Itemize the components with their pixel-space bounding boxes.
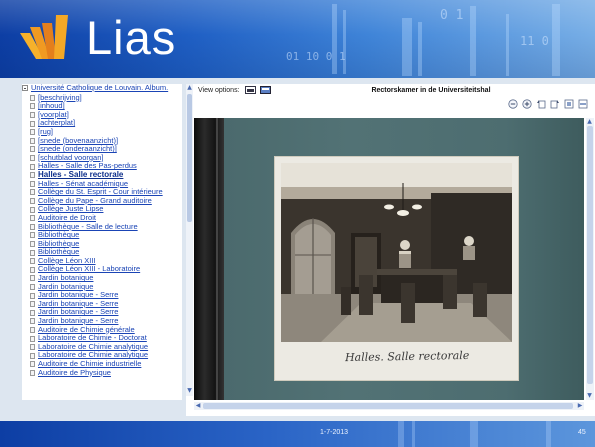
footer-date: 1-7-2013 bbox=[320, 429, 349, 436]
page-node-icon bbox=[30, 198, 35, 205]
fit-page-icon[interactable] bbox=[564, 99, 574, 109]
mounted-photograph: Halles. Salle rectorale bbox=[274, 156, 519, 381]
page-node-icon bbox=[30, 112, 35, 119]
page-node-icon bbox=[30, 94, 35, 101]
tree-item[interactable]: Auditoire de Physique bbox=[30, 368, 182, 378]
lias-logo-text: Lias bbox=[86, 11, 177, 64]
lias-logo-icon bbox=[20, 15, 68, 59]
page-node-icon bbox=[30, 103, 35, 110]
rotate-right-icon[interactable] bbox=[550, 99, 560, 109]
page-node-icon bbox=[30, 189, 35, 196]
page-node-icon bbox=[30, 163, 35, 170]
tree-root-item[interactable]: Université Catholique de Louvain. Album. bbox=[22, 84, 182, 93]
scroll-up-arrow-icon[interactable]: ▲ bbox=[586, 118, 593, 125]
page-node-icon bbox=[30, 137, 35, 144]
tree-root-label[interactable]: Université Catholique de Louvain. Album. bbox=[31, 84, 168, 93]
scroll-right-arrow-icon[interactable]: ▶ bbox=[576, 402, 584, 410]
scroll-down-arrow-icon[interactable]: ▼ bbox=[586, 392, 593, 399]
viewer-vertical-scrollbar[interactable]: ▲ ▼ bbox=[586, 118, 594, 400]
page-node-icon bbox=[30, 180, 35, 187]
page-node-icon bbox=[30, 223, 35, 230]
viewer-toolbar: View options: Rectorskamer in de Univers… bbox=[186, 84, 595, 118]
page-node-icon bbox=[30, 292, 35, 299]
double-page-view-icon[interactable] bbox=[260, 85, 271, 95]
tree-item-label[interactable]: Auditoire de Physique bbox=[38, 368, 111, 378]
footer-bar: 1-7-2013 45 bbox=[0, 421, 595, 447]
album-navigation-tree: Université Catholique de Louvain. Album.… bbox=[22, 84, 182, 400]
page-node-icon bbox=[30, 146, 35, 153]
zoom-in-icon[interactable] bbox=[522, 99, 532, 109]
header-banner: 01 10 0 1 0 1 11 0 Lias bbox=[0, 0, 595, 78]
page-node-icon bbox=[30, 301, 35, 308]
page-node-icon bbox=[30, 352, 35, 359]
page-node-icon bbox=[30, 326, 35, 333]
page-node-icon bbox=[30, 249, 35, 256]
album-binding bbox=[194, 118, 224, 400]
zoom-out-icon[interactable] bbox=[508, 99, 518, 109]
page-node-icon bbox=[30, 120, 35, 127]
page-node-icon bbox=[30, 318, 35, 325]
page-node-icon bbox=[30, 155, 35, 162]
page-node-icon bbox=[30, 275, 35, 282]
page-node-icon bbox=[30, 258, 35, 265]
page-number: 45 bbox=[578, 429, 586, 436]
page-node-icon bbox=[30, 232, 35, 239]
page-node-icon bbox=[30, 344, 35, 351]
page-node-icon bbox=[30, 215, 35, 222]
scroll-down-arrow-icon[interactable]: ▼ bbox=[186, 387, 193, 394]
scrollbar-thumb[interactable] bbox=[203, 403, 573, 409]
scrollbar-thumb[interactable] bbox=[187, 94, 192, 222]
fit-width-icon[interactable] bbox=[578, 99, 588, 109]
page-node-icon bbox=[30, 309, 35, 316]
page-node-icon bbox=[30, 129, 35, 136]
page-node-icon bbox=[30, 206, 35, 213]
image-viewer: View options: Rectorskamer in de Univers… bbox=[186, 84, 595, 416]
view-options-label: View options: bbox=[198, 87, 240, 94]
page-node-icon bbox=[30, 361, 35, 368]
tree-scrollbar[interactable]: ▲ ▼ bbox=[186, 84, 193, 396]
collapse-icon[interactable] bbox=[22, 85, 28, 92]
rector-room-photo bbox=[281, 163, 512, 342]
album-page-image: Halles. Salle rectorale bbox=[194, 118, 584, 400]
page-node-icon bbox=[30, 266, 35, 273]
tree-children: [beschrijving] [inhoud] [voorplat] [achterp… bbox=[22, 93, 182, 378]
rotate-left-icon[interactable] bbox=[536, 99, 546, 109]
single-page-view-icon[interactable] bbox=[245, 85, 256, 95]
page-node-icon bbox=[30, 172, 35, 179]
viewer-horizontal-scrollbar[interactable]: ◀ ▶ bbox=[194, 402, 584, 410]
page-node-icon bbox=[30, 369, 35, 376]
scroll-left-arrow-icon[interactable]: ◀ bbox=[194, 402, 202, 410]
page-node-icon bbox=[30, 335, 35, 342]
image-title: Rectorskamer in de Universiteitshal bbox=[371, 87, 491, 94]
scroll-up-arrow-icon[interactable]: ▲ bbox=[186, 84, 193, 91]
scrollbar-thumb[interactable] bbox=[587, 126, 593, 384]
photo-caption: Halles. Salle rectorale bbox=[344, 348, 470, 365]
page-node-icon bbox=[30, 240, 35, 247]
page-node-icon bbox=[30, 283, 35, 290]
